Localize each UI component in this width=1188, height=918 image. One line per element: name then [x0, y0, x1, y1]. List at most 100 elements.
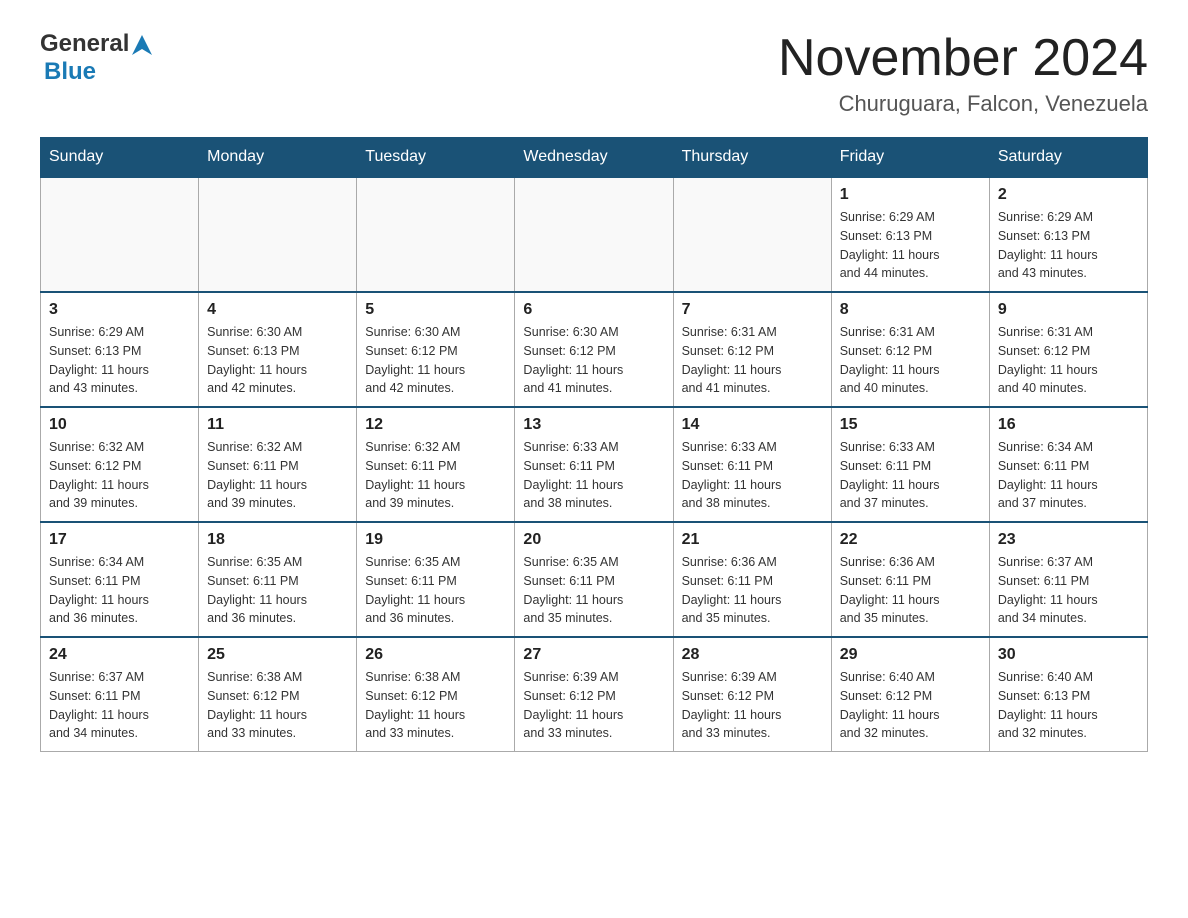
calendar-cell: 27 Sunrise: 6:39 AMSunset: 6:12 PMDayligh…: [515, 637, 673, 752]
calendar-cell: 16 Sunrise: 6:34 AMSunset: 6:11 PMDayligh…: [989, 407, 1147, 522]
calendar-cell: 12Sunrise: 6:32 AMSunset: 6:11 PMDayligh…: [357, 407, 515, 522]
calendar-cell: 3 Sunrise: 6:29 AMSunset: 6:13 PMDaylight…: [41, 292, 199, 407]
calendar-cell: [357, 177, 515, 292]
day-info: Sunrise: 6:32 AMSunset: 6:11 PMDaylight:…: [207, 438, 348, 513]
day-of-week-header: Saturday: [989, 138, 1147, 178]
day-of-week-header: Monday: [199, 138, 357, 178]
calendar-cell: 4 Sunrise: 6:30 AMSunset: 6:13 PMDaylight…: [199, 292, 357, 407]
calendar-cell: 29 Sunrise: 6:40 AMSunset: 6:12 PMDayligh…: [831, 637, 989, 752]
day-number: 30: [998, 646, 1139, 664]
day-info: Sunrise: 6:40 AMSunset: 6:13 PMDaylight:…: [998, 668, 1139, 743]
day-number: 3: [49, 301, 190, 319]
day-number: 4: [207, 301, 348, 319]
day-number: 6: [523, 301, 664, 319]
day-number: 20: [523, 531, 664, 549]
logo: General Blue: [40, 30, 152, 86]
day-info: Sunrise: 6:33 AMSunset: 6:11 PMDaylight:…: [682, 438, 823, 513]
day-number: 13: [523, 416, 664, 434]
day-number: 27: [523, 646, 664, 664]
day-number: 15: [840, 416, 981, 434]
day-number: 22: [840, 531, 981, 549]
calendar-cell: 19 Sunrise: 6:35 AMSunset: 6:11 PMDayligh…: [357, 522, 515, 637]
logo-general-text: General: [40, 30, 129, 58]
calendar-cell: 20 Sunrise: 6:35 AMSunset: 6:11 PMDayligh…: [515, 522, 673, 637]
day-number: 2: [998, 186, 1139, 204]
day-of-week-header: Sunday: [41, 138, 199, 178]
calendar-cell: 1 Sunrise: 6:29 AMSunset: 6:13 PMDaylight…: [831, 177, 989, 292]
week-row: 1 Sunrise: 6:29 AMSunset: 6:13 PMDaylight…: [41, 177, 1148, 292]
day-info: Sunrise: 6:32 AMSunset: 6:11 PMDaylight:…: [365, 438, 506, 513]
page-subtitle: Churuguara, Falcon, Venezuela: [778, 91, 1148, 117]
week-row: 3 Sunrise: 6:29 AMSunset: 6:13 PMDaylight…: [41, 292, 1148, 407]
day-number: 10: [49, 416, 190, 434]
day-info: Sunrise: 6:34 AMSunset: 6:11 PMDaylight:…: [998, 438, 1139, 513]
day-info: Sunrise: 6:29 AMSunset: 6:13 PMDaylight:…: [49, 323, 190, 398]
week-row: 10 Sunrise: 6:32 AMSunset: 6:12 PMDayligh…: [41, 407, 1148, 522]
week-row: 17 Sunrise: 6:34 AMSunset: 6:11 PMDayligh…: [41, 522, 1148, 637]
day-number: 25: [207, 646, 348, 664]
day-info: Sunrise: 6:38 AMSunset: 6:12 PMDaylight:…: [365, 668, 506, 743]
day-info: Sunrise: 6:39 AMSunset: 6:12 PMDaylight:…: [523, 668, 664, 743]
page-header: General Blue November 2024 Churuguara, F…: [40, 30, 1148, 117]
day-info: Sunrise: 6:31 AMSunset: 6:12 PMDaylight:…: [682, 323, 823, 398]
day-info: Sunrise: 6:40 AMSunset: 6:12 PMDaylight:…: [840, 668, 981, 743]
day-info: Sunrise: 6:35 AMSunset: 6:11 PMDaylight:…: [365, 553, 506, 628]
day-info: Sunrise: 6:34 AMSunset: 6:11 PMDaylight:…: [49, 553, 190, 628]
logo-blue-text: Blue: [44, 58, 96, 85]
day-number: 19: [365, 531, 506, 549]
calendar-cell: 8Sunrise: 6:31 AMSunset: 6:12 PMDaylight…: [831, 292, 989, 407]
day-info: Sunrise: 6:30 AMSunset: 6:13 PMDaylight:…: [207, 323, 348, 398]
calendar-cell: 17 Sunrise: 6:34 AMSunset: 6:11 PMDayligh…: [41, 522, 199, 637]
calendar-cell: [515, 177, 673, 292]
day-info: Sunrise: 6:29 AMSunset: 6:13 PMDaylight:…: [840, 208, 981, 283]
calendar-cell: 24 Sunrise: 6:37 AMSunset: 6:11 PMDayligh…: [41, 637, 199, 752]
calendar-cell: 7 Sunrise: 6:31 AMSunset: 6:12 PMDaylight…: [673, 292, 831, 407]
day-info: Sunrise: 6:31 AMSunset: 6:12 PMDaylight:…: [998, 323, 1139, 398]
day-info: Sunrise: 6:36 AMSunset: 6:11 PMDaylight:…: [840, 553, 981, 628]
day-number: 26: [365, 646, 506, 664]
day-info: Sunrise: 6:35 AMSunset: 6:11 PMDaylight:…: [523, 553, 664, 628]
day-number: 9: [998, 301, 1139, 319]
day-of-week-header: Thursday: [673, 138, 831, 178]
calendar-cell: 2 Sunrise: 6:29 AMSunset: 6:13 PMDaylight…: [989, 177, 1147, 292]
day-number: 7: [682, 301, 823, 319]
day-info: Sunrise: 6:37 AMSunset: 6:11 PMDaylight:…: [998, 553, 1139, 628]
day-info: Sunrise: 6:33 AMSunset: 6:11 PMDaylight:…: [840, 438, 981, 513]
day-info: Sunrise: 6:33 AMSunset: 6:11 PMDaylight:…: [523, 438, 664, 513]
day-number: 1: [840, 186, 981, 204]
calendar-cell: 30 Sunrise: 6:40 AMSunset: 6:13 PMDayligh…: [989, 637, 1147, 752]
day-info: Sunrise: 6:32 AMSunset: 6:12 PMDaylight:…: [49, 438, 190, 513]
page-title: November 2024: [778, 30, 1148, 87]
calendar-cell: 14 Sunrise: 6:33 AMSunset: 6:11 PMDayligh…: [673, 407, 831, 522]
calendar-cell: 5Sunrise: 6:30 AMSunset: 6:12 PMDaylight…: [357, 292, 515, 407]
day-info: Sunrise: 6:30 AMSunset: 6:12 PMDaylight:…: [523, 323, 664, 398]
day-of-week-header: Friday: [831, 138, 989, 178]
calendar-cell: 10 Sunrise: 6:32 AMSunset: 6:12 PMDayligh…: [41, 407, 199, 522]
calendar-cell: 6 Sunrise: 6:30 AMSunset: 6:12 PMDaylight…: [515, 292, 673, 407]
day-number: 11: [207, 416, 348, 434]
day-info: Sunrise: 6:30 AMSunset: 6:12 PMDaylight:…: [365, 323, 506, 398]
day-number: 17: [49, 531, 190, 549]
calendar-cell: 26 Sunrise: 6:38 AMSunset: 6:12 PMDayligh…: [357, 637, 515, 752]
day-number: 14: [682, 416, 823, 434]
calendar-cell: 21Sunrise: 6:36 AMSunset: 6:11 PMDayligh…: [673, 522, 831, 637]
day-number: 16: [998, 416, 1139, 434]
day-number: 29: [840, 646, 981, 664]
day-number: 24: [49, 646, 190, 664]
day-info: Sunrise: 6:29 AMSunset: 6:13 PMDaylight:…: [998, 208, 1139, 283]
day-info: Sunrise: 6:31 AMSunset: 6:12 PMDaylight:…: [840, 323, 981, 398]
day-of-week-header: Tuesday: [357, 138, 515, 178]
day-info: Sunrise: 6:37 AMSunset: 6:11 PMDaylight:…: [49, 668, 190, 743]
title-section: November 2024 Churuguara, Falcon, Venezu…: [778, 30, 1148, 117]
day-number: 28: [682, 646, 823, 664]
day-info: Sunrise: 6:38 AMSunset: 6:12 PMDaylight:…: [207, 668, 348, 743]
calendar-cell: [41, 177, 199, 292]
calendar-cell: 18Sunrise: 6:35 AMSunset: 6:11 PMDayligh…: [199, 522, 357, 637]
calendar-cell: 9 Sunrise: 6:31 AMSunset: 6:12 PMDaylight…: [989, 292, 1147, 407]
day-info: Sunrise: 6:36 AMSunset: 6:11 PMDaylight:…: [682, 553, 823, 628]
calendar-cell: 23Sunrise: 6:37 AMSunset: 6:11 PMDayligh…: [989, 522, 1147, 637]
day-info: Sunrise: 6:35 AMSunset: 6:11 PMDaylight:…: [207, 553, 348, 628]
logo-arrow-icon: [132, 35, 152, 55]
calendar-cell: 22 Sunrise: 6:36 AMSunset: 6:11 PMDayligh…: [831, 522, 989, 637]
calendar-cell: 15 Sunrise: 6:33 AMSunset: 6:11 PMDayligh…: [831, 407, 989, 522]
